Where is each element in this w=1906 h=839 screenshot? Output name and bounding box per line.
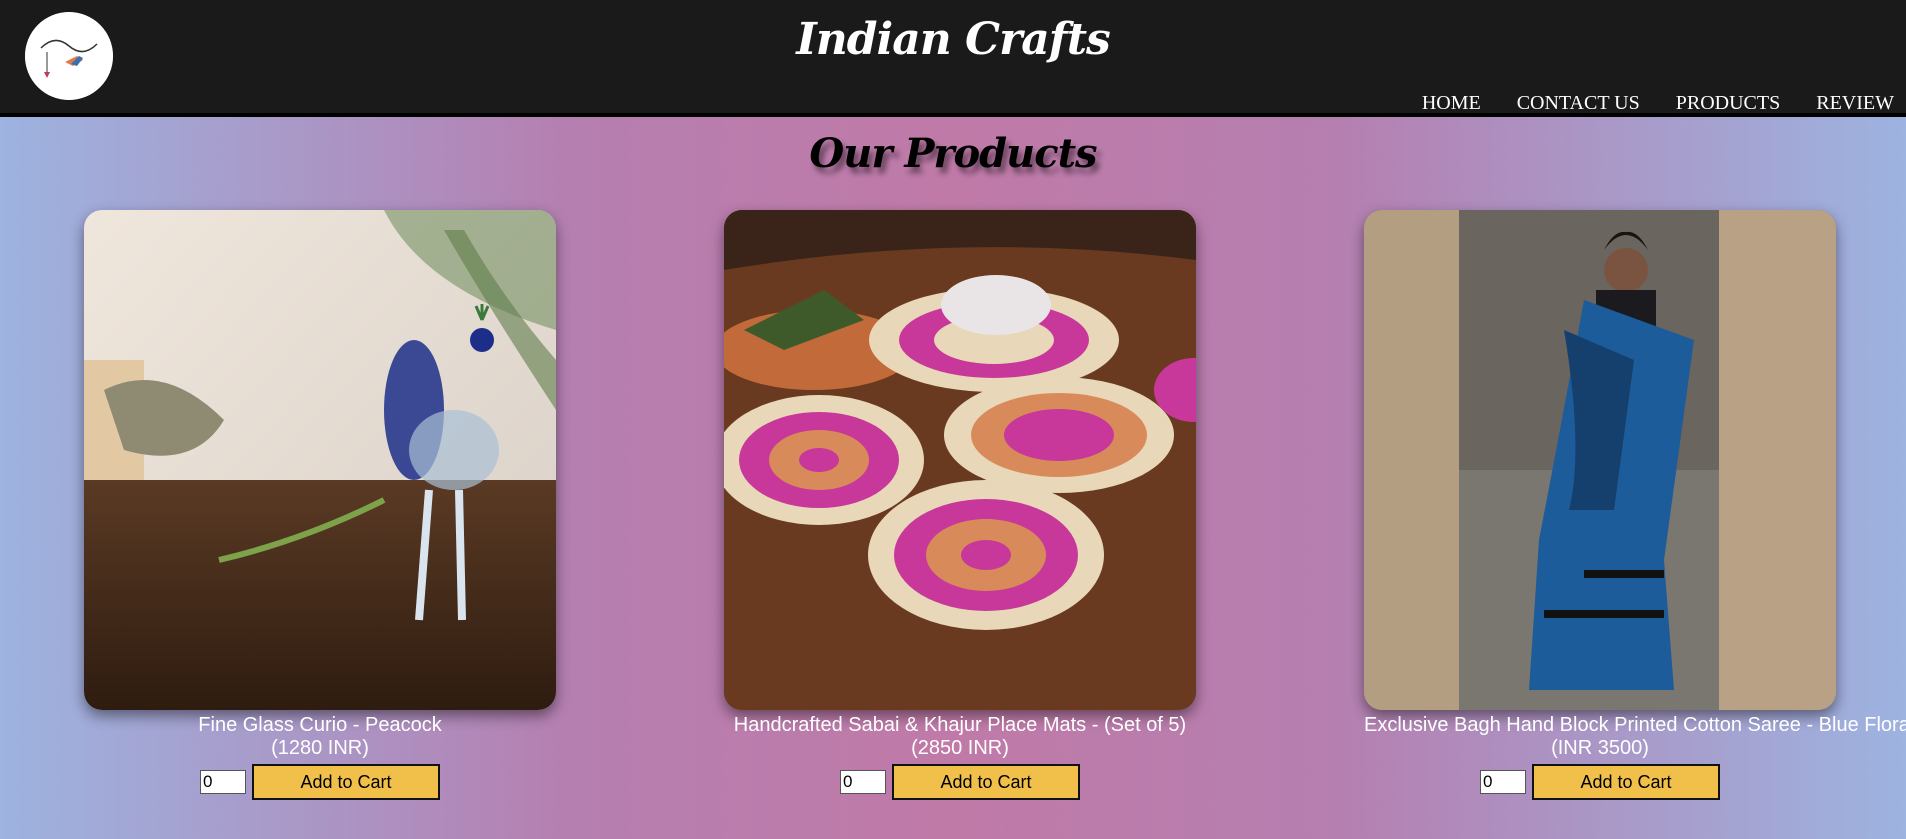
product-actions: Add to Cart — [84, 764, 556, 800]
product-info: Handcrafted Sabai & Khajur Place Mats - … — [724, 714, 1196, 760]
product-name: Fine Glass Curio - Peacock — [198, 714, 442, 736]
site-header: Indian Crafts HOME CONTACT US PRODUCTS R… — [0, 0, 1906, 117]
add-to-cart-button[interactable]: Add to Cart — [892, 764, 1080, 800]
add-to-cart-button[interactable]: Add to Cart — [252, 764, 440, 800]
product-actions: Add to Cart — [724, 764, 1196, 800]
quantity-input[interactable] — [200, 770, 246, 794]
product-name: Exclusive Bagh Hand Block Printed Cotton… — [1364, 714, 1906, 736]
product-card: Exclusive Bagh Hand Block Printed Cotton… — [1364, 210, 1906, 800]
product-card: Fine Glass Curio - Peacock (1280 INR) Ad… — [84, 210, 556, 800]
product-price: (2850 INR) — [911, 737, 1009, 759]
product-price: (INR 3500) — [1551, 737, 1649, 759]
main-nav: HOME CONTACT US PRODUCTS REVIEW — [1386, 92, 1894, 115]
product-card: Handcrafted Sabai & Khajur Place Mats - … — [724, 210, 1196, 800]
product-image-peacock[interactable] — [84, 210, 556, 710]
product-image-place-mats[interactable] — [724, 210, 1196, 710]
nav-contact-us[interactable]: CONTACT US — [1517, 92, 1640, 115]
product-price: (1280 INR) — [271, 737, 369, 759]
quantity-input[interactable] — [840, 770, 886, 794]
nav-home[interactable]: HOME — [1422, 92, 1481, 115]
nav-review[interactable]: REVIEW — [1816, 92, 1894, 115]
nav-products[interactable]: PRODUCTS — [1676, 92, 1780, 115]
page-title: Our Products — [809, 130, 1097, 177]
product-actions: Add to Cart — [1364, 764, 1836, 800]
site-title: Indian Crafts — [796, 14, 1111, 65]
add-to-cart-button[interactable]: Add to Cart — [1532, 764, 1720, 800]
product-image-saree[interactable] — [1364, 210, 1836, 710]
quantity-input[interactable] — [1480, 770, 1526, 794]
product-info: Fine Glass Curio - Peacock (1280 INR) — [84, 714, 556, 760]
product-info: Exclusive Bagh Hand Block Printed Cotton… — [1364, 714, 1906, 760]
product-name: Handcrafted Sabai & Khajur Place Mats - … — [733, 714, 1187, 736]
